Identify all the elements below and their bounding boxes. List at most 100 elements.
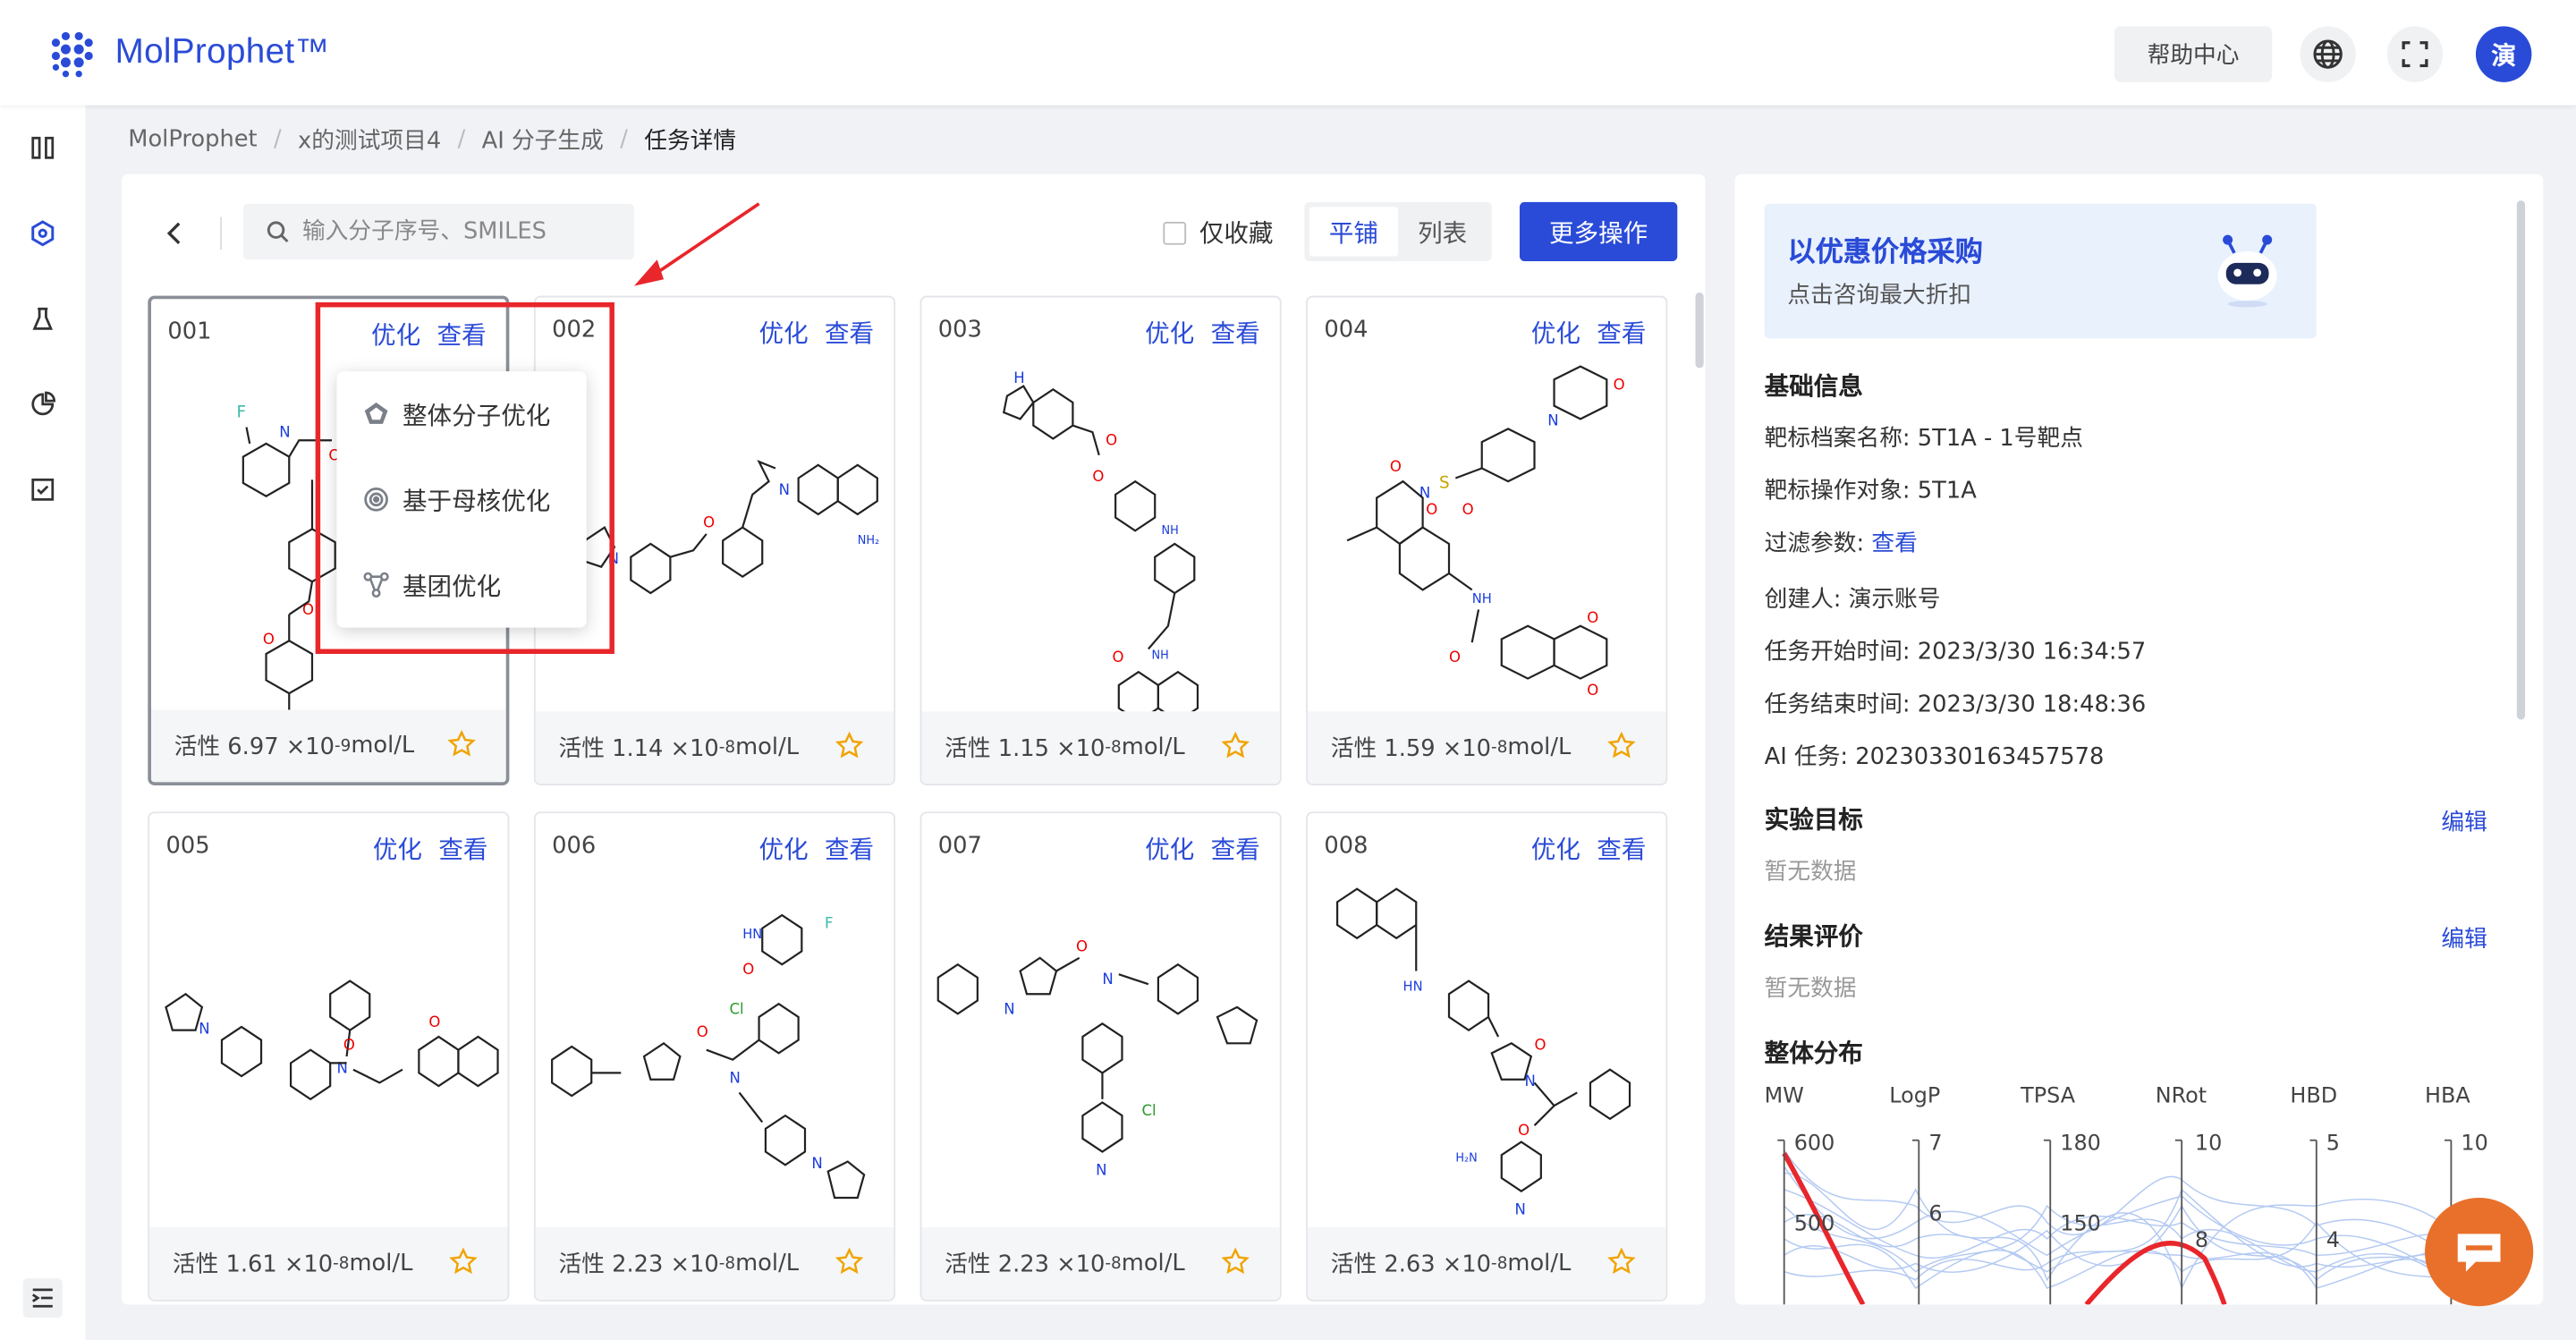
svg-text:N: N	[1004, 1000, 1014, 1017]
logo[interactable]: MolProphet™	[46, 26, 329, 79]
favorites-only-label: 仅收藏	[1199, 218, 1274, 249]
molecule-structure: N O N Cl N	[936, 937, 1258, 1178]
star-icon[interactable]	[1221, 731, 1250, 760]
optimize-link[interactable]: 优化	[1531, 831, 1580, 866]
breadcrumb-current: 任务详情	[644, 128, 737, 155]
molecule-icon	[31, 220, 55, 247]
favorites-only-checkbox[interactable]: 仅收藏	[1163, 216, 1273, 250]
svg-text:N: N	[1547, 412, 1558, 429]
chat-support-button[interactable]	[2425, 1197, 2534, 1307]
target-name-info: 靶标档案名称: 5T1A - 1号靶点	[1764, 425, 2083, 453]
start-time-info: 任务开始时间: 2023/3/30 16:34:57	[1764, 639, 2147, 666]
sidebar-item-projects[interactable]	[26, 131, 59, 165]
target-object-info: 靶标操作对象: 5T1A	[1764, 478, 1977, 505]
fullscreen-icon	[2402, 41, 2428, 68]
distribution-title: 整体分布	[1764, 1038, 1863, 1068]
sidebar-item-molecule[interactable]	[26, 216, 59, 250]
svg-text:O: O	[343, 1037, 355, 1054]
molecule-card[interactable]: 004 优化 查看 O N S O O N O NH O O O 活性 1.59…	[1306, 295, 1668, 785]
fullscreen-button[interactable]	[2386, 26, 2444, 82]
search-input[interactable]	[301, 218, 614, 245]
search-box	[242, 203, 634, 260]
view-tile-button[interactable]: 平铺	[1309, 207, 1399, 257]
star-icon[interactable]	[835, 731, 864, 760]
parallel-lines	[1777, 1139, 2453, 1305]
activity-value: 活性 6.97 ×10 -9 mol/L	[150, 709, 506, 783]
optimize-link[interactable]: 优化	[759, 316, 809, 351]
svg-text:N: N	[1524, 1073, 1535, 1090]
sidebar-item-tasks[interactable]	[26, 473, 59, 506]
view-list-button[interactable]: 列表	[1398, 207, 1487, 256]
experiment-edit-link[interactable]: 编辑	[2441, 805, 2487, 838]
svg-text:O: O	[263, 631, 275, 648]
star-icon[interactable]	[447, 729, 477, 759]
svg-text:O: O	[1587, 609, 1598, 626]
star-icon[interactable]	[1606, 1247, 1636, 1276]
promo-banner[interactable]: 以优惠价格采购 点击咨询最大折扣	[1764, 203, 2317, 339]
tick-label: 4	[2326, 1228, 2341, 1254]
more-actions-button[interactable]: 更多操作	[1519, 201, 1678, 262]
molecule-card[interactable]: 008 优化 查看 HN O N O H₂N N 活性 2.63 ×10-8 m…	[1306, 811, 1668, 1302]
breadcrumb: MolProphet / x的测试项目4/ AI 分子生成 / 任务详情	[128, 122, 736, 157]
breadcrumb-item[interactable]: MolProphet	[128, 126, 257, 152]
card-id: 007	[937, 833, 982, 860]
sidebar	[0, 105, 86, 1340]
breadcrumb-item[interactable]: x的测试项目4	[298, 123, 441, 157]
svg-text:O: O	[428, 1013, 440, 1030]
task-info-panel: 以优惠价格采购 点击咨询最大折扣 基础信息 靶标档案名称: 5T1A - 1号靶…	[1734, 174, 2544, 1305]
app-name: MolProphet™	[114, 32, 330, 71]
molecule-structure: N N O O	[165, 980, 499, 1101]
card-id: 001	[167, 318, 212, 345]
view-link[interactable]: 查看	[1597, 831, 1646, 866]
tick-label: 5	[2326, 1132, 2341, 1158]
view-link[interactable]: 查看	[825, 831, 874, 866]
help-center-button[interactable]: 帮助中心	[2114, 26, 2273, 82]
tick-label: 7	[1928, 1132, 1943, 1158]
svg-text:O: O	[1462, 501, 1474, 518]
optimize-link[interactable]: 优化	[1531, 316, 1580, 351]
basic-info-title: 基础信息	[1764, 371, 1863, 402]
tick-label: 6	[1928, 1202, 1943, 1228]
card-id: 006	[552, 833, 597, 860]
grid-scrollbar[interactable]	[1695, 292, 1704, 369]
optimize-link[interactable]: 优化	[759, 831, 809, 866]
molecule-card[interactable]: 003 优化 查看 H O O NH NH O 活性 1.15 ×10 -8 mol…	[919, 295, 1282, 785]
svg-text:S: S	[1439, 474, 1450, 493]
view-link[interactable]: 查看	[1597, 316, 1646, 351]
molecule-card[interactable]: 005 优化 查看 N N O O 活性 1.61 ×10 -8 mol/L	[148, 811, 510, 1302]
star-icon[interactable]	[1221, 1247, 1250, 1276]
filter-params-view-link[interactable]: 查看	[1871, 530, 1917, 556]
evaluation-title: 结果评价	[1764, 921, 1863, 952]
view-link[interactable]: 查看	[438, 831, 487, 866]
molecule-card[interactable]: 007 优化 查看 N O N Cl N 活性 2.23 ×10 -8 mol/L	[919, 811, 1282, 1302]
avatar[interactable]: 演	[2475, 26, 2532, 82]
sidebar-item-analytics[interactable]	[26, 387, 59, 420]
star-icon[interactable]	[1606, 731, 1636, 760]
view-toggle: 平铺 列表	[1304, 201, 1492, 262]
view-link[interactable]: 查看	[825, 316, 874, 351]
svg-text:N: N	[1514, 1200, 1525, 1217]
evaluation-edit-link[interactable]: 编辑	[2441, 921, 2487, 954]
back-button[interactable]	[157, 214, 191, 253]
view-link[interactable]: 查看	[1211, 831, 1260, 866]
star-icon[interactable]	[835, 1247, 864, 1276]
language-button[interactable]	[2300, 26, 2356, 82]
tick-label: 180	[2060, 1132, 2101, 1158]
view-link[interactable]: 查看	[1211, 316, 1260, 351]
breadcrumb-item[interactable]: AI 分子生成	[482, 123, 604, 157]
star-icon[interactable]	[448, 1247, 478, 1276]
svg-text:F: F	[825, 915, 834, 932]
svg-text:N: N	[1419, 485, 1430, 502]
checkbox[interactable]	[1163, 221, 1187, 244]
sidebar-item-experiment[interactable]	[26, 302, 59, 335]
menu-fold-icon	[31, 1288, 53, 1308]
optimize-link[interactable]: 优化	[373, 831, 422, 866]
experiment-empty-text: 暂无数据	[1764, 859, 1857, 886]
tick-label: 600	[1793, 1132, 1835, 1158]
info-panel-scrollbar[interactable]	[2516, 200, 2526, 720]
optimize-link[interactable]: 优化	[1145, 316, 1194, 351]
sidebar-collapse-button[interactable]	[22, 1277, 63, 1319]
optimize-link[interactable]: 优化	[1145, 831, 1194, 866]
molecule-card[interactable]: 006 优化 查看 HN O F Cl N O N 活性 2.23 ×10-8 …	[533, 811, 896, 1302]
tick-label: 10	[2194, 1132, 2223, 1158]
